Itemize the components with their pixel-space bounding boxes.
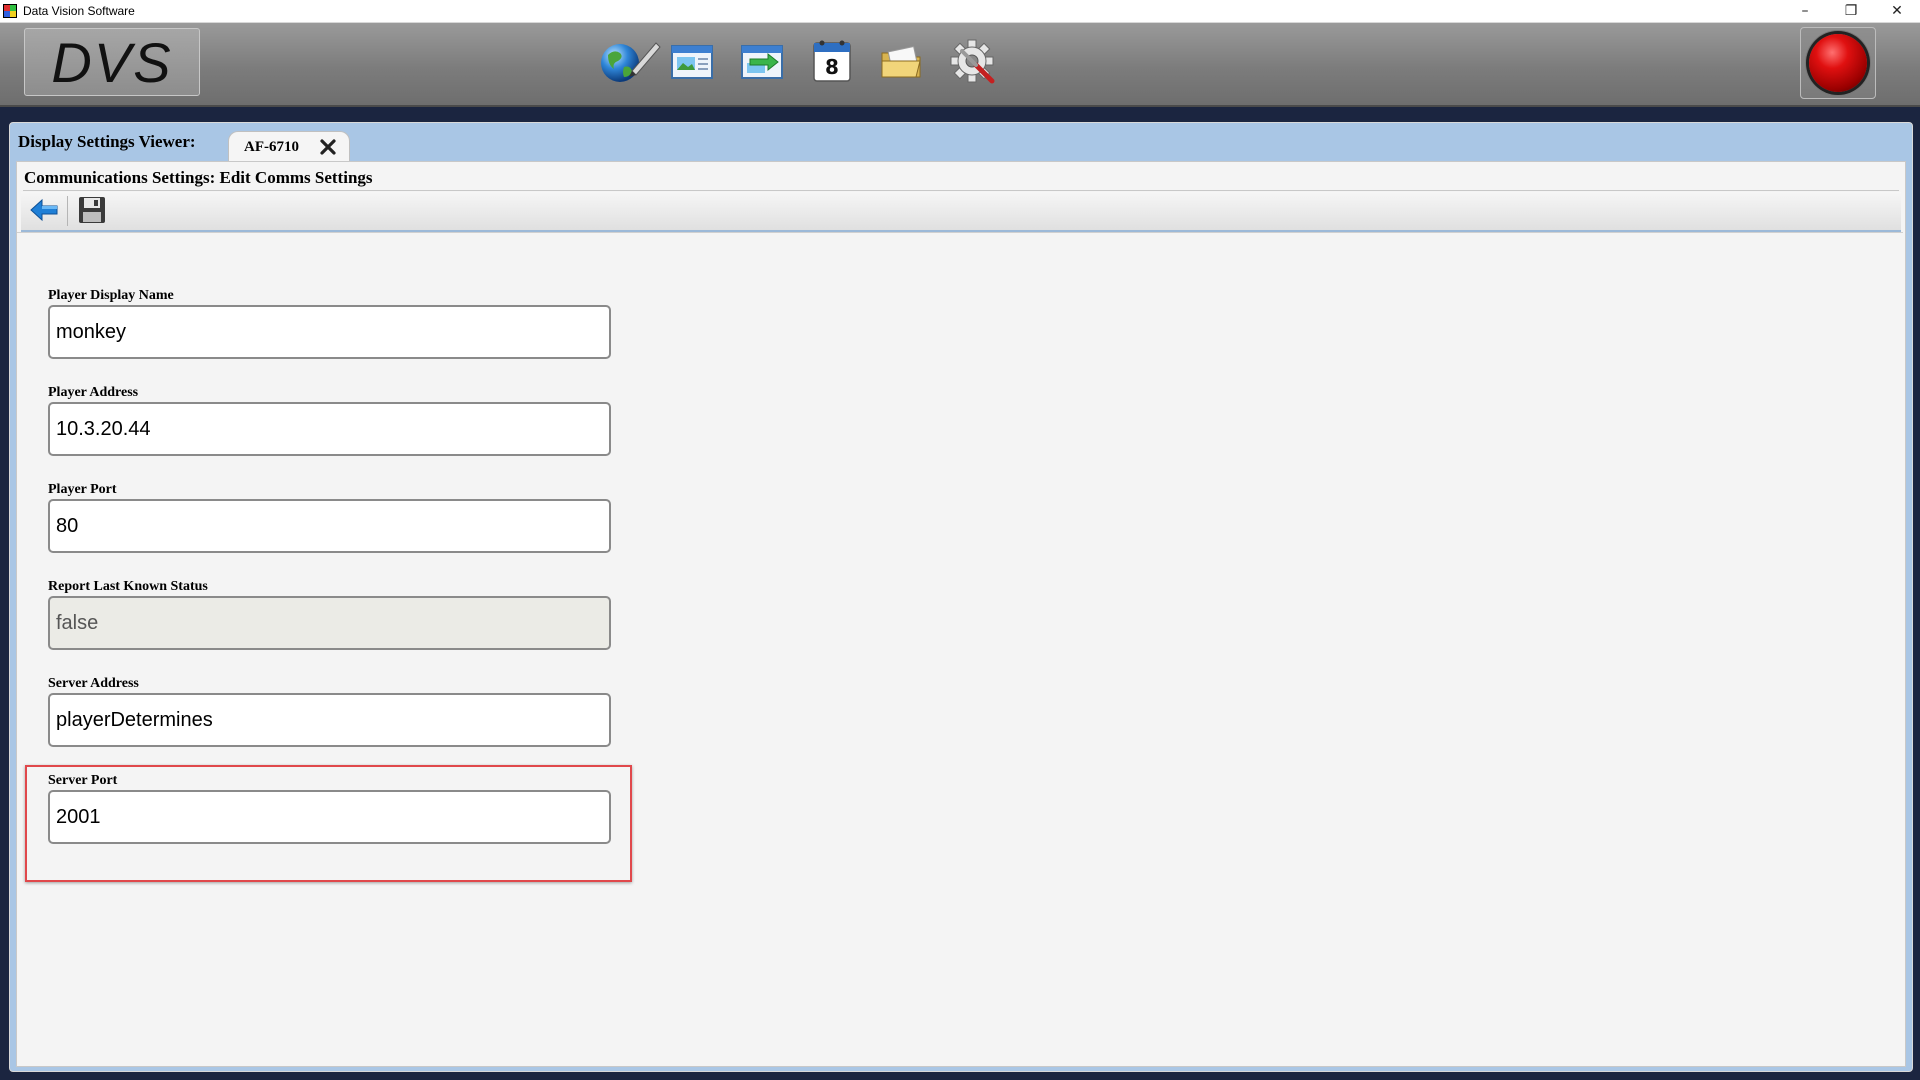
record-icon bbox=[1809, 34, 1867, 92]
close-window-button[interactable]: ✕ bbox=[1874, 0, 1920, 22]
player-display-name-label: Player Display Name bbox=[48, 288, 174, 303]
player-address-group: Player Address bbox=[48, 383, 611, 456]
calendar-icon[interactable]: 8 bbox=[808, 37, 856, 85]
action-bar bbox=[21, 192, 1901, 232]
window-titlebar: Data Vision Software – ❐ ✕ bbox=[0, 0, 1920, 23]
save-button[interactable] bbox=[73, 193, 111, 227]
server-address-group: Server Address bbox=[48, 674, 611, 747]
tab-label: AF-6710 bbox=[244, 138, 299, 155]
player-address-input[interactable] bbox=[48, 402, 611, 456]
server-port-input[interactable] bbox=[48, 790, 611, 844]
record-button[interactable] bbox=[1800, 27, 1876, 99]
player-display-name-group: Player Display Name bbox=[48, 286, 611, 359]
report-last-known-status-label: Report Last Known Status bbox=[48, 579, 208, 594]
server-address-input[interactable] bbox=[48, 693, 611, 747]
window-title: Data Vision Software bbox=[23, 4, 135, 18]
server-port-group: Server Port bbox=[48, 771, 611, 844]
dvs-logo: DVS bbox=[24, 28, 200, 96]
player-port-label: Player Port bbox=[48, 482, 117, 497]
floppy-disk-icon bbox=[79, 197, 105, 223]
player-port-group: Player Port bbox=[48, 480, 611, 553]
report-last-known-status-group: Report Last Known Status bbox=[48, 577, 611, 650]
window-arrow-icon[interactable] bbox=[738, 37, 786, 85]
tab-close-icon[interactable] bbox=[319, 138, 337, 156]
window-image-icon[interactable] bbox=[668, 37, 716, 85]
display-settings-viewer: Display Settings Viewer: AF-6710 Communi… bbox=[9, 122, 1913, 1072]
server-address-label: Server Address bbox=[48, 676, 139, 691]
page-title: Communications Settings: Edit Comms Sett… bbox=[24, 168, 373, 187]
globe-pencil-icon[interactable] bbox=[598, 37, 661, 85]
server-port-label: Server Port bbox=[48, 773, 118, 788]
calendar-day: 8 bbox=[825, 55, 839, 79]
main-toolbar: DVS 8 bbox=[0, 23, 1920, 107]
toolbar-icons: 8 bbox=[598, 37, 996, 85]
player-port-input[interactable] bbox=[48, 499, 611, 553]
tab-af-6710[interactable]: AF-6710 bbox=[228, 131, 350, 162]
comms-settings-form: Player Display Name Player Address Playe… bbox=[17, 232, 1903, 1065]
minimize-button[interactable]: – bbox=[1782, 0, 1828, 22]
back-button[interactable] bbox=[25, 193, 63, 227]
report-last-known-status-input bbox=[48, 596, 611, 650]
player-display-name-input[interactable] bbox=[48, 305, 611, 359]
action-separator bbox=[67, 196, 68, 226]
back-arrow-icon bbox=[30, 198, 58, 222]
window-controls: – ❐ ✕ bbox=[1782, 0, 1920, 22]
folder-icon[interactable] bbox=[878, 37, 926, 85]
title-divider bbox=[23, 190, 1899, 191]
gear-wrench-icon[interactable] bbox=[948, 37, 996, 85]
player-address-label: Player Address bbox=[48, 385, 139, 400]
app-icon bbox=[3, 4, 17, 18]
viewer-tabbar: Display Settings Viewer: AF-6710 bbox=[10, 123, 1912, 162]
restore-button[interactable]: ❐ bbox=[1828, 0, 1874, 22]
settings-panel: Communications Settings: Edit Comms Sett… bbox=[16, 161, 1906, 1067]
viewer-label: Display Settings Viewer: bbox=[18, 132, 196, 151]
